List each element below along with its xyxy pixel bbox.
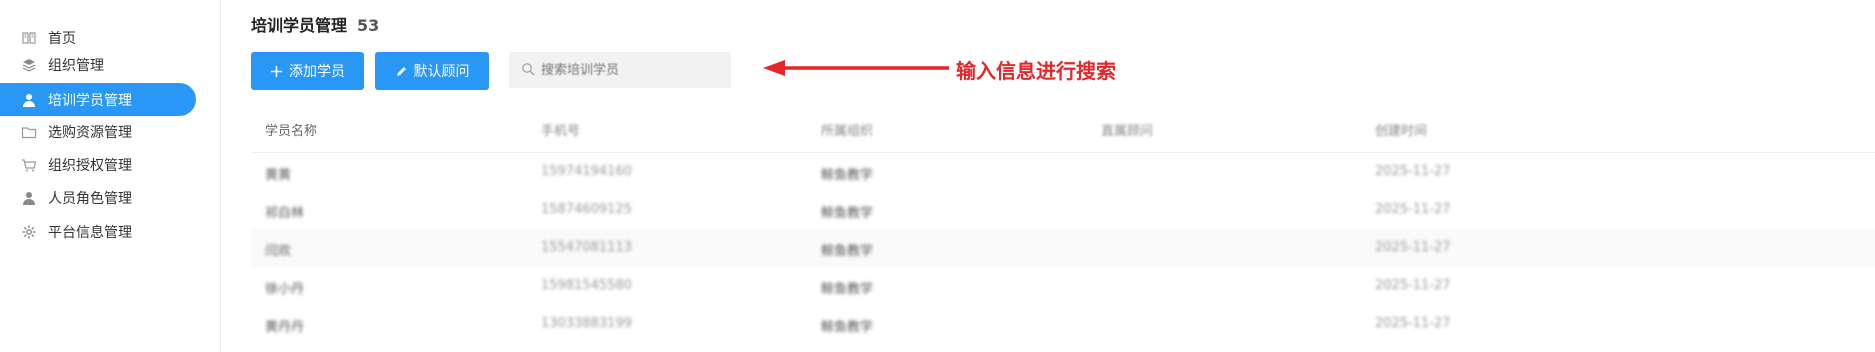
cell-created: 2025-11-27	[1375, 240, 1451, 255]
table-header: 学员名称 手机号 所属组织 直属顾问 创建时间	[251, 108, 1875, 153]
table-row[interactable]: 祁白林 15874609125 鲸鱼教学 2025-11-27	[251, 191, 1875, 229]
cell-org: 鲸鱼教学	[821, 320, 874, 335]
sidebar-item-trainees[interactable]: 培训学员管理	[0, 83, 196, 116]
cell-name: 黄丹丹	[265, 320, 305, 335]
cell-name: 黄黄	[265, 168, 292, 183]
annotation-arrow	[763, 60, 949, 76]
table-row[interactable]: 闫欢 15547081113 鲸鱼教学 2025-11-27	[251, 229, 1875, 267]
sidebar-item-label: 培训学员管理	[48, 92, 132, 109]
column-header-name: 学员名称	[265, 124, 318, 139]
annotation-text: 输入信息进行搜索	[956, 59, 1116, 83]
cell-org: 鲸鱼教学	[821, 168, 874, 183]
cell-phone: 15547081113	[541, 240, 632, 255]
default-advisor-label: 默认顾问	[413, 64, 470, 80]
column-header-phone: 手机号	[541, 124, 581, 139]
add-trainee-button[interactable]: 添加学员	[251, 52, 364, 90]
record-count: 53	[357, 16, 380, 35]
cell-name: 祁白林	[265, 206, 305, 221]
cell-name: 闫欢	[265, 244, 292, 259]
sidebar-item-label: 选购资源管理	[48, 125, 132, 141]
add-trainee-label: 添加学员	[289, 64, 345, 80]
search-input[interactable]	[539, 61, 723, 79]
sidebar-item-label: 首页	[48, 31, 76, 47]
sidebar-item-label: 人员角色管理	[48, 191, 132, 207]
cell-created: 2025-11-27	[1375, 316, 1451, 331]
plus-icon	[270, 65, 283, 78]
cell-phone: 15874609125	[541, 202, 632, 217]
sidebar: 首页 组织管理 培训学员管理 选购资源管理 组织授权管理 人员角色管理 平台信息…	[0, 0, 221, 352]
table-row[interactable]: 黄黄 15974194160 鲸鱼教学 2025-11-27	[251, 153, 1875, 191]
main-content: 培训学员管理 53 添加学员 默认顾问 输入信息进行搜索 学员名称 手机号 所属…	[221, 0, 1875, 352]
trainee-table: 学员名称 手机号 所属组织 直属顾问 创建时间 黄黄 15974194160 鲸…	[251, 108, 1875, 343]
title-row: 培训学员管理 53	[251, 12, 379, 36]
folder-icon	[20, 123, 38, 141]
default-advisor-button[interactable]: 默认顾问	[375, 52, 489, 90]
sidebar-item-roles[interactable]: 人员角色管理	[0, 179, 196, 217]
user-icon	[20, 189, 38, 207]
table-row[interactable]: 徐小丹 15981545580 鲸鱼教学 2025-11-27	[251, 267, 1875, 305]
search-icon	[521, 61, 535, 80]
column-header-advisor: 直属顾问	[1101, 124, 1154, 139]
cell-created: 2025-11-27	[1375, 164, 1451, 179]
sidebar-item-org[interactable]: 组织管理	[0, 46, 196, 84]
book-icon	[20, 29, 38, 47]
user-icon	[20, 91, 38, 109]
sidebar-item-label: 平台信息管理	[48, 225, 132, 241]
cell-org: 鲸鱼教学	[821, 282, 874, 297]
column-header-created: 创建时间	[1375, 124, 1428, 139]
gear-icon	[20, 223, 38, 241]
sidebar-item-platform[interactable]: 平台信息管理	[0, 213, 196, 251]
search-box[interactable]	[509, 52, 731, 88]
sidebar-item-label: 组织管理	[48, 58, 104, 74]
cell-phone: 15981545580	[541, 278, 632, 293]
cell-org: 鲸鱼教学	[821, 244, 874, 259]
sidebar-item-label: 组织授权管理	[48, 158, 132, 174]
cell-created: 2025-11-27	[1375, 202, 1451, 217]
column-header-org: 所属组织	[821, 124, 874, 139]
cell-name: 徐小丹	[265, 282, 305, 297]
layers-icon	[20, 56, 38, 74]
cell-phone: 15974194160	[541, 164, 632, 179]
page-title: 培训学员管理	[251, 16, 348, 35]
cart-icon	[20, 156, 38, 174]
pencil-icon	[395, 65, 408, 78]
cell-org: 鲸鱼教学	[821, 206, 874, 221]
cell-phone: 13033883199	[541, 316, 632, 331]
cell-created: 2025-11-27	[1375, 278, 1451, 293]
table-row[interactable]: 黄丹丹 13033883199 鲸鱼教学 2025-11-27	[251, 305, 1875, 343]
